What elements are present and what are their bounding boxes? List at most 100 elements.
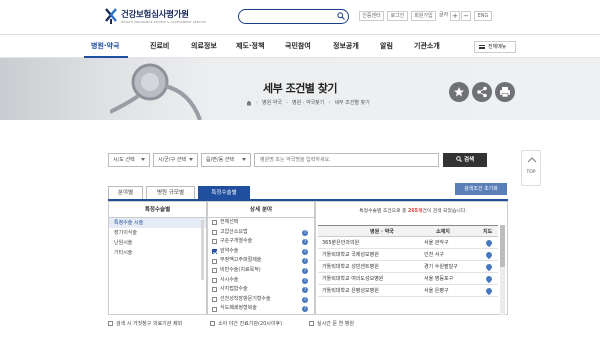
- sido-select-value: 시/도 선택: [113, 157, 135, 163]
- detail-item[interactable]: 앞약수술?: [208, 247, 314, 257]
- detail-panel-header: 상세 분야: [208, 202, 314, 218]
- site-logo[interactable]: 건강보험심사평가원 HEALTH INSURANCE REVIEW & ASSE…: [104, 8, 206, 25]
- help-icon[interactable]: ?: [302, 306, 308, 313]
- dong-select-value: 읍/면/동 선택: [206, 157, 234, 163]
- table-row[interactable]: 가톨릭대학교 여의도성모병원 서울 영등포구: [318, 273, 498, 285]
- option-night-pediatric[interactable]: 소아 야간 진료기관(20시이후): [210, 320, 282, 327]
- category-item-infertility[interactable]: 난임시술: [109, 238, 206, 248]
- hospital-name-link[interactable]: 365분은안과의원: [322, 237, 359, 249]
- util-link-cert[interactable]: 인증센터: [359, 11, 384, 21]
- help-icon[interactable]: ?: [302, 267, 308, 274]
- checkbox[interactable]: [212, 277, 217, 283]
- hospital-keyword-input[interactable]: 병원명 또는 약국명을 입력하세요.: [254, 153, 439, 167]
- home-icon[interactable]: [246, 100, 252, 106]
- font-minus-button[interactable]: −: [461, 11, 471, 21]
- option-open-now[interactable]: 실시간 문 연 병원: [309, 320, 354, 327]
- detail-item[interactable]: 사시수술?: [208, 276, 314, 286]
- map-pin-icon[interactable]: [484, 238, 494, 248]
- help-icon[interactable]: ?: [302, 287, 308, 294]
- top-button[interactable]: TOP: [521, 170, 541, 186]
- map-pin-icon[interactable]: [484, 286, 494, 296]
- checkbox[interactable]: [212, 229, 217, 235]
- checkbox[interactable]: [212, 306, 217, 312]
- checkbox[interactable]: [309, 321, 314, 326]
- table-row[interactable]: 가톨릭대학교 성빈센트병원 경기 수원팔달구: [318, 261, 498, 273]
- result-scrollbar-thumb[interactable]: [500, 225, 505, 267]
- table-row[interactable]: 365분은안과의원 서울 관악구: [318, 237, 498, 249]
- hospital-name-link[interactable]: 가톨릭대학교 성빈센트병원: [322, 261, 379, 273]
- map-pin-icon[interactable]: [484, 274, 494, 284]
- detail-item[interactable]: 식도폐쇄정형복술?: [208, 304, 314, 314]
- hospital-name-link[interactable]: 가톨릭대학교 여의도성모병원: [322, 273, 383, 285]
- detail-item[interactable]: 전체선택: [208, 218, 314, 228]
- checkbox[interactable]: [212, 239, 217, 245]
- gnb-item-about[interactable]: 기관소개: [414, 41, 440, 51]
- checkbox[interactable]: [212, 297, 217, 303]
- breadcrumb-item-1[interactable]: 병원·약국: [262, 99, 282, 106]
- print-button[interactable]: [495, 82, 515, 102]
- favorite-button[interactable]: [449, 82, 469, 102]
- detail-item[interactable]: 심폐우회술및복부대동맥수술?: [208, 314, 314, 315]
- tab-by-size[interactable]: 병원 규모별: [146, 186, 195, 200]
- map-pin-icon[interactable]: [484, 250, 494, 260]
- category-item-transplant[interactable]: 장기이식술: [109, 228, 206, 238]
- result-scrollbar[interactable]: [500, 225, 505, 315]
- gnb-item-policy[interactable]: 제도·정책: [236, 41, 264, 51]
- search-icon[interactable]: [337, 12, 345, 20]
- share-button[interactable]: [472, 82, 492, 102]
- detail-item[interactable]: 비만수술(치료목적)?: [208, 266, 314, 276]
- checkbox[interactable]: [212, 287, 217, 293]
- detail-item[interactable]: 부정맥고주파절제술?: [208, 256, 314, 266]
- sido-select[interactable]: 시/도 선택: [108, 153, 150, 167]
- all-menu-button[interactable]: 전체메뉴: [474, 41, 516, 53]
- gnb-item-hospital[interactable]: 병원·약국: [91, 41, 119, 51]
- table-row[interactable]: 가톨릭대학교 은평성모병원 서울 은평구: [318, 285, 498, 297]
- gnb-item-participation[interactable]: 국민참여: [285, 41, 311, 51]
- detail-item[interactable]: 구순구개열수술?: [208, 237, 314, 247]
- gnb-item-notice[interactable]: 알림: [380, 41, 393, 51]
- help-icon[interactable]: ?: [302, 296, 308, 303]
- category-scrollbar[interactable]: [201, 220, 204, 280]
- detail-item[interactable]: 선천성직장항문기형수술?: [208, 295, 314, 305]
- gnb-item-medinfo[interactable]: 의료정보: [191, 41, 217, 51]
- option-exclude-false-claims[interactable]: 검색 시 거짓청구 의료기관 제외: [108, 320, 182, 327]
- help-icon[interactable]: ?: [302, 277, 308, 284]
- result-rows: 365분은안과의원 서울 관악구 가톨릭대학교 국제성모병원 인천 서구 가톨릭대학교 …: [318, 237, 498, 297]
- checkbox[interactable]: [108, 321, 113, 326]
- hospital-name-link[interactable]: 가톨릭대학교 국제성모병원: [322, 249, 379, 261]
- util-link-login[interactable]: 로그인: [387, 11, 408, 21]
- search-button[interactable]: 검색: [443, 153, 487, 167]
- util-link-join[interactable]: 회원가입: [411, 11, 436, 21]
- detail-item-label: 사지접합수술: [220, 286, 248, 293]
- lang-eng-link[interactable]: ENG: [474, 11, 492, 21]
- font-plus-button[interactable]: +: [450, 11, 460, 21]
- map-pin-icon[interactable]: [484, 262, 494, 272]
- breadcrumb-item-2[interactable]: 병원 · 약국찾기: [292, 99, 324, 106]
- reset-conditions-button[interactable]: 검색조건 초기화: [455, 183, 507, 195]
- checkbox[interactable]: [210, 321, 215, 326]
- checkbox[interactable]: [212, 249, 217, 255]
- help-icon[interactable]: ?: [302, 248, 308, 255]
- detail-item[interactable]: 사지접합수술?: [208, 285, 314, 295]
- gnb-item-disclosure[interactable]: 정보공개: [333, 41, 359, 51]
- site-search-input[interactable]: [238, 9, 349, 24]
- tab-by-surgery[interactable]: 특정수술별: [198, 186, 250, 200]
- checkbox[interactable]: [212, 220, 217, 226]
- checkbox[interactable]: [212, 268, 217, 274]
- detail-item[interactable]: 고압산소요법?: [208, 228, 314, 238]
- dong-select[interactable]: 읍/면/동 선택: [201, 153, 251, 167]
- category-item-other[interactable]: 기타시술: [109, 248, 206, 258]
- table-row[interactable]: 가톨릭대학교 국제성모병원 인천 서구: [318, 249, 498, 261]
- checkbox[interactable]: [212, 258, 217, 264]
- hospital-location: 서울 영등포구: [424, 276, 454, 282]
- sigungu-select[interactable]: 시/군/구 선택: [153, 153, 198, 167]
- help-icon[interactable]: ?: [302, 229, 308, 236]
- help-icon[interactable]: ?: [302, 239, 308, 246]
- hospital-name-link[interactable]: 가톨릭대학교 은평성모병원: [322, 285, 379, 297]
- tab-by-field[interactable]: 분야별: [108, 186, 143, 200]
- gnb-item-fees[interactable]: 진료비: [150, 41, 169, 51]
- help-icon[interactable]: ?: [302, 258, 308, 265]
- category-item-surgery[interactable]: 특정수술 시술: [109, 218, 206, 228]
- hospital-location: 서울 관악구: [424, 240, 449, 246]
- chevron-up-icon[interactable]: [522, 151, 542, 169]
